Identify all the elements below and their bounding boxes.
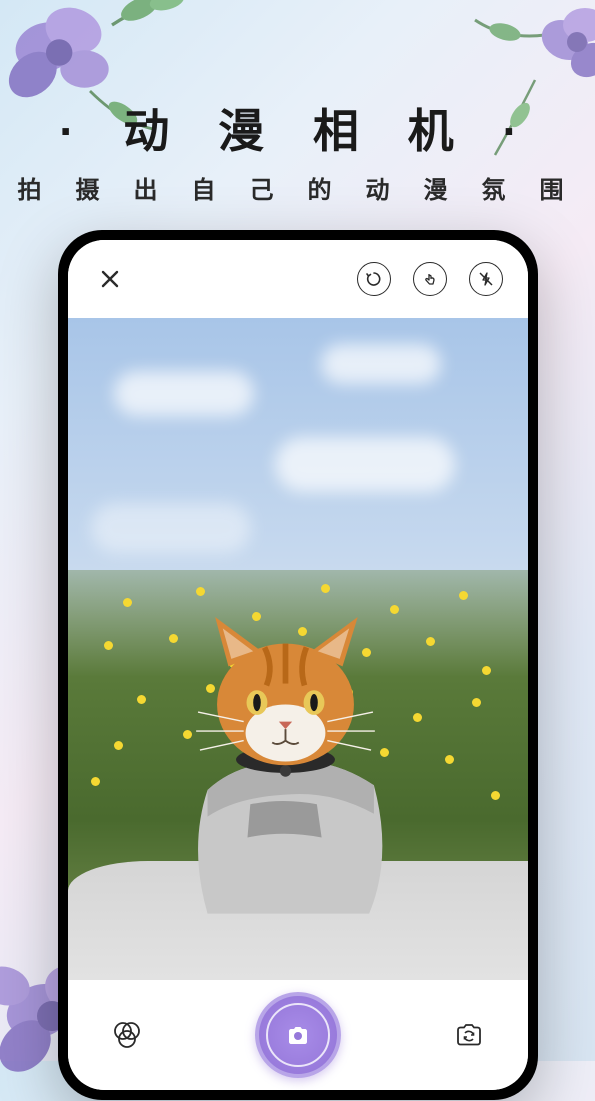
close-icon [98, 267, 122, 291]
shutter-inner [266, 1003, 330, 1067]
touch-icon [413, 262, 447, 296]
shutter-button[interactable] [255, 992, 341, 1078]
phone-mockup [58, 230, 538, 1100]
camera-viewfinder[interactable] [68, 318, 528, 980]
camera-topbar [68, 240, 528, 318]
camera-bottombar [68, 980, 528, 1090]
switch-camera-icon [451, 1017, 487, 1053]
viewfinder-subject-cat [141, 596, 426, 927]
close-button[interactable] [90, 259, 130, 299]
flash-button[interactable] [466, 259, 506, 299]
promo-title: · 动 漫 相 机 · [0, 95, 595, 161]
touch-shutter-button[interactable] [410, 259, 450, 299]
timer-icon [357, 262, 391, 296]
filter-icon [109, 1017, 145, 1053]
timer-button[interactable] [354, 259, 394, 299]
phone-screen [68, 240, 528, 1090]
promo-subtitle: 拍 摄 出 自 己 的 动 漫 氛 围 [0, 170, 595, 205]
filter-button[interactable] [104, 1012, 150, 1058]
camera-icon [285, 1022, 311, 1048]
switch-camera-button[interactable] [446, 1012, 492, 1058]
flash-off-icon [469, 262, 503, 296]
